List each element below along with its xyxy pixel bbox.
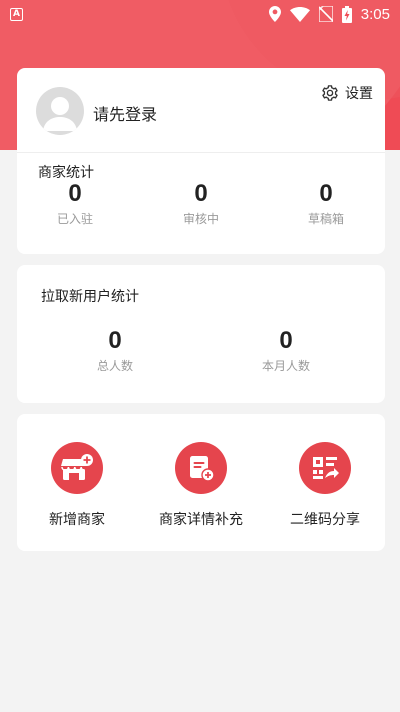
action-circle (175, 442, 227, 494)
stat-value: 0 (108, 327, 122, 354)
login-prompt[interactable]: 请先登录 (93, 101, 157, 125)
qr-share-button[interactable]: 二维码分享 (265, 442, 385, 529)
stat-value: 0 (68, 180, 82, 207)
settings-button[interactable]: 设置 (321, 83, 373, 103)
stat-value: 0 (319, 180, 333, 207)
status-bar: A 3:05 (0, 0, 400, 28)
no-sim-icon (318, 6, 333, 22)
action-label: 二维码分享 (290, 512, 360, 528)
add-merchant-button[interactable]: 新增商家 (17, 442, 137, 529)
stat-settled[interactable]: 0 已入驻 (25, 180, 125, 227)
stat-total-users[interactable]: 0 总人数 (65, 327, 165, 374)
action-label: 商家详情补充 (159, 512, 243, 528)
stat-reviewing[interactable]: 0 审核中 (151, 180, 251, 227)
settings-label: 设置 (345, 86, 373, 102)
avatar[interactable] (36, 87, 84, 135)
user-stats-title: 拉取新用户统计 (41, 289, 139, 305)
actions-card: 新增商家 商家详情补充 二维码分享 (17, 414, 385, 551)
app-notification-icon: A (10, 7, 23, 21)
profile-card: 请先登录 设置 商家统计 0 已入驻 0 审核中 0 草稿箱 (17, 68, 385, 254)
divider (17, 152, 385, 153)
user-avatar-icon (43, 97, 77, 131)
document-add-icon (190, 456, 215, 482)
status-time: 3:05 (360, 5, 390, 23)
wifi-icon (289, 6, 310, 22)
user-stats-card: 拉取新用户统计 0 总人数 0 本月人数 (17, 265, 385, 403)
stat-label: 总人数 (96, 359, 133, 373)
stat-label: 审核中 (182, 212, 219, 226)
gear-icon (322, 85, 338, 101)
stat-label: 已入驻 (56, 212, 93, 226)
merchant-details-button[interactable]: 商家详情补充 (141, 442, 261, 529)
qr-share-icon (313, 457, 339, 479)
stat-label: 本月人数 (261, 359, 310, 373)
stat-monthly-users[interactable]: 0 本月人数 (236, 327, 336, 374)
action-label: 新增商家 (49, 512, 105, 528)
stat-drafts[interactable]: 0 草稿箱 (276, 180, 376, 227)
stat-label: 草稿箱 (307, 212, 344, 226)
store-add-icon (61, 454, 93, 480)
stat-value: 0 (279, 327, 293, 354)
action-circle (51, 442, 103, 494)
stat-value: 0 (194, 180, 208, 207)
location-icon (268, 6, 281, 22)
merchant-stats-title: 商家统计 (38, 165, 94, 181)
battery-charging-icon (341, 5, 352, 23)
action-circle (299, 442, 351, 494)
